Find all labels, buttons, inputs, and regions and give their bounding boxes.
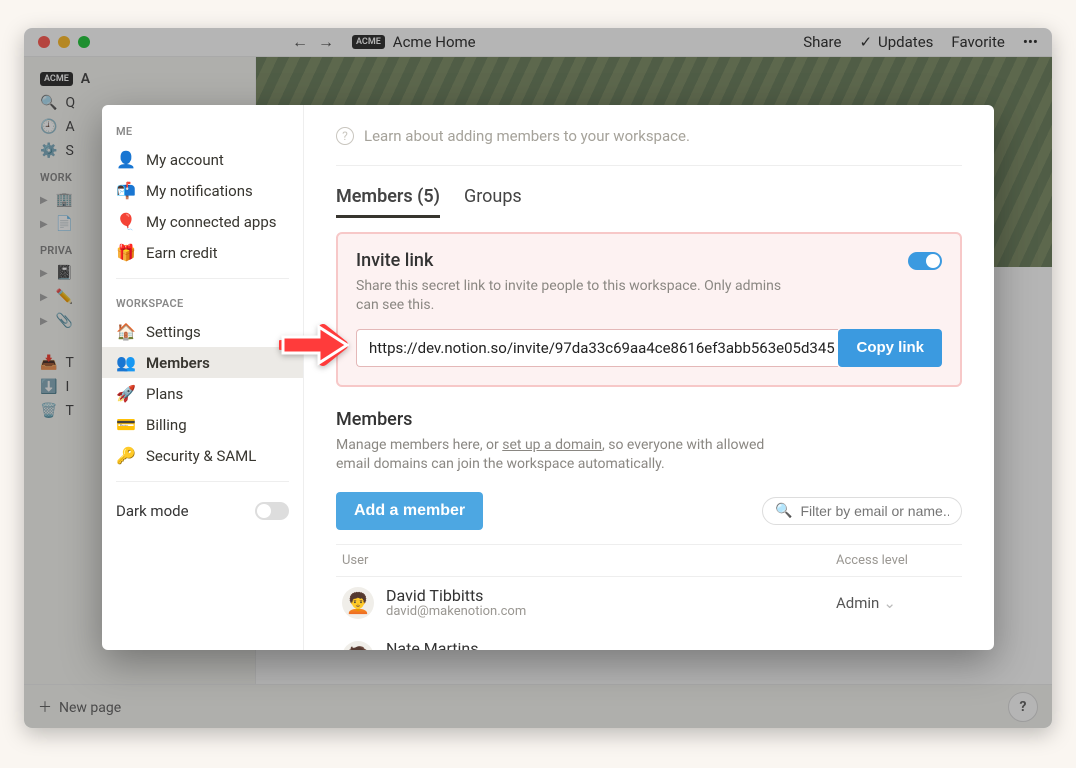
members-desc: Manage members here, or set up a domain,… — [336, 436, 796, 474]
settings-content: ? Learn about adding members to your wor… — [304, 105, 994, 650]
search-icon: 🔍 — [775, 503, 792, 519]
sidebar-item-my-account[interactable]: 👤My account — [102, 144, 303, 175]
dark-mode-toggle[interactable] — [255, 502, 289, 520]
sidebar-item-plans[interactable]: 🚀Plans — [102, 378, 303, 409]
close-window-button[interactable] — [38, 36, 50, 48]
member-filter[interactable]: 🔍 — [762, 497, 962, 525]
check-icon: ✓ — [859, 33, 872, 51]
invite-link-toggle[interactable] — [908, 252, 942, 270]
member-tabs: Members (5) Groups — [336, 178, 962, 218]
invite-link-card: Invite link Share this secret link to in… — [336, 232, 962, 387]
copy-link-button[interactable]: Copy link — [838, 329, 942, 367]
forward-button[interactable]: → — [318, 32, 334, 52]
people-icon: 👥 — [116, 353, 136, 372]
add-member-button[interactable]: Add a member — [336, 492, 483, 530]
new-page-button[interactable]: ＋ New page — [38, 697, 121, 717]
key-icon: 🔑 — [116, 446, 136, 465]
sidebar-item-settings[interactable]: 🏠Settings — [102, 316, 303, 347]
sidebar-item-billing[interactable]: 💳Billing — [102, 409, 303, 440]
setup-domain-link[interactable]: set up a domain — [502, 437, 602, 453]
members-table-header: User Access level — [336, 544, 962, 577]
favorite-button[interactable]: Favorite — [951, 33, 1004, 51]
avatar: 🧑 — [342, 641, 374, 650]
page-title: Acme Home — [393, 33, 476, 51]
access-level-selector[interactable]: Admin ⌄ — [836, 648, 956, 650]
member-filter-input[interactable] — [800, 503, 949, 519]
tab-groups[interactable]: Groups — [464, 178, 522, 218]
traffic-lights — [38, 36, 90, 48]
callout-arrow-icon — [279, 324, 349, 366]
sidebar-item-members[interactable]: 👥Members — [102, 347, 303, 378]
sidebar-item-connected-apps[interactable]: 🎈My connected apps — [102, 206, 303, 237]
updates-button[interactable]: ✓ Updates — [859, 33, 933, 51]
avatar: 🧑‍🦱 — [342, 587, 374, 619]
rocket-icon: 🚀 — [116, 384, 136, 403]
settings-modal: ME 👤My account 📬My notifications 🎈My con… — [102, 105, 994, 650]
workspace-switcher[interactable]: ACME A — [30, 67, 249, 91]
sidebar-item-my-notifications[interactable]: 📬My notifications — [102, 175, 303, 206]
settings-sidebar: ME 👤My account 📬My notifications 🎈My con… — [102, 105, 304, 650]
balloon-icon: 🎈 — [116, 212, 136, 231]
gift-icon: 🎁 — [116, 243, 136, 262]
help-button[interactable]: ? — [1008, 692, 1038, 722]
breadcrumb[interactable]: ACME Acme Home — [352, 33, 476, 51]
chevron-down-icon: ⌄ — [883, 648, 896, 650]
window-titlebar: ← → ACME Acme Home Share ✓ Updates Favor… — [24, 28, 1052, 57]
person-icon: 👤 — [116, 150, 136, 169]
back-button[interactable]: ← — [292, 32, 308, 52]
more-menu-button[interactable]: ••• — [1023, 33, 1038, 51]
tab-members[interactable]: Members (5) — [336, 178, 440, 218]
invite-link-field[interactable]: https://dev.notion.so/invite/97da33c69aa… — [356, 329, 838, 367]
zoom-window-button[interactable] — [78, 36, 90, 48]
question-circle-icon: ? — [336, 127, 354, 145]
table-row: 🧑‍🦱 David Tibbitts david@makenotion.com … — [336, 577, 962, 630]
minimize-window-button[interactable] — [58, 36, 70, 48]
chevron-down-icon: ⌄ — [883, 594, 896, 612]
mailbox-icon: 📬 — [116, 181, 136, 200]
table-row: 🧑 Nate Martins nate@makenotion.com Admin… — [336, 630, 962, 650]
invite-link-title: Invite link — [356, 250, 433, 271]
learn-link[interactable]: ? Learn about adding members to your wor… — [336, 127, 962, 166]
dark-mode-label: Dark mode — [116, 502, 189, 520]
sidebar-item-security-saml[interactable]: 🔑Security & SAML — [102, 440, 303, 471]
share-button[interactable]: Share — [803, 33, 841, 51]
house-icon: 🏠 — [116, 322, 136, 341]
members-heading: Members — [336, 409, 962, 430]
card-icon: 💳 — [116, 415, 136, 434]
workspace-chip: ACME — [352, 35, 385, 49]
sidebar-item-earn-credit[interactable]: 🎁Earn credit — [102, 237, 303, 268]
access-level-selector[interactable]: Admin ⌄ — [836, 594, 956, 612]
